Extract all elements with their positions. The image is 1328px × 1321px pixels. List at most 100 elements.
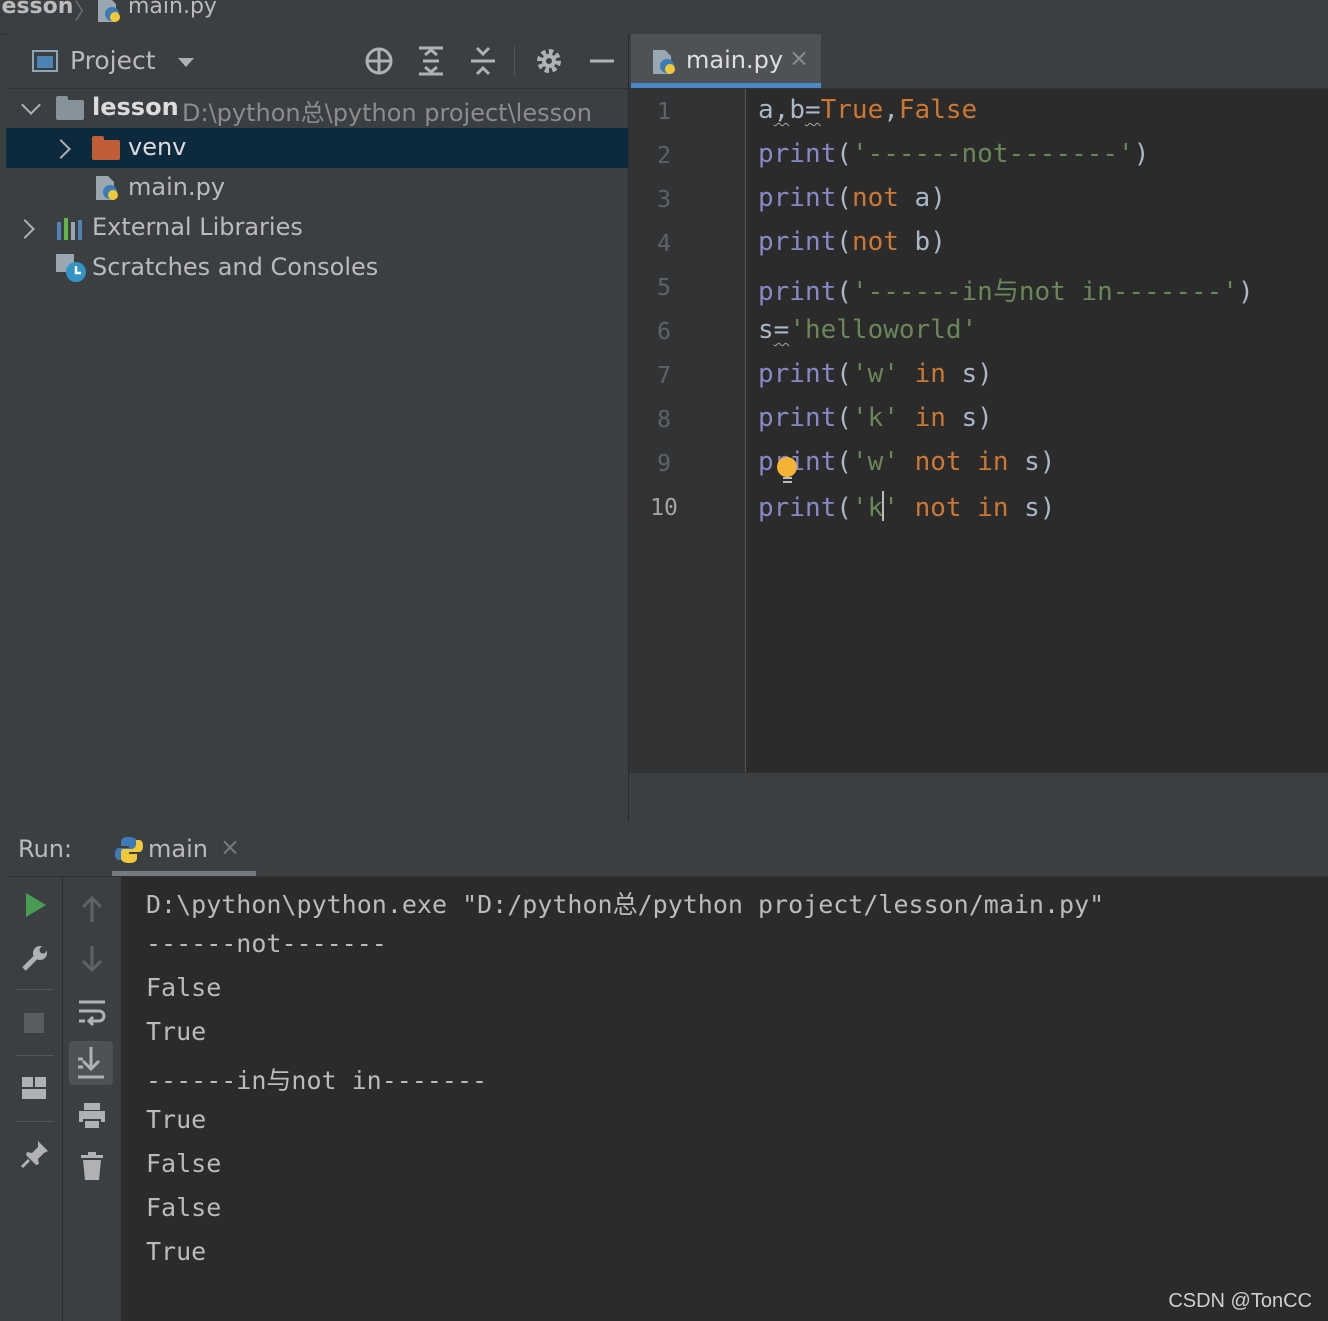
print-icon[interactable] — [77, 1101, 107, 1135]
console-line: False — [146, 1193, 222, 1222]
run-toolbar-secondary — [63, 877, 122, 1321]
code-line: a,b=True,False — [758, 95, 978, 125]
arrow-up-icon[interactable] — [79, 895, 105, 927]
folder-icon — [56, 96, 84, 120]
rerun-icon[interactable] — [22, 891, 48, 923]
line-number: 9 — [657, 451, 671, 477]
code-line: print('k' not in s) — [758, 491, 1056, 523]
watermark: CSDN @TonCC — [1168, 1290, 1312, 1312]
python-file-icon — [94, 174, 120, 208]
line-number: 5 — [657, 275, 671, 301]
chevron-right-icon[interactable] — [15, 219, 35, 239]
project-view-selector[interactable]: Project — [70, 46, 156, 75]
run-toolbar-primary — [6, 877, 63, 1321]
editor-tab-label: main.py — [686, 46, 784, 74]
close-tab-icon[interactable]: × — [220, 833, 240, 861]
code-line: print(not a) — [758, 183, 946, 213]
folder-icon — [92, 136, 120, 160]
line-number: 1 — [657, 99, 671, 125]
chevron-down-icon[interactable] — [178, 58, 194, 67]
trash-icon[interactable] — [79, 1151, 105, 1185]
tree-item-label: lesson — [92, 93, 179, 121]
line-number: 2 — [657, 143, 671, 169]
console-line: False — [146, 973, 222, 1002]
editor-tab-bar: main.py × — [629, 34, 1328, 89]
line-number: 3 — [657, 187, 671, 213]
arrow-down-icon[interactable] — [79, 945, 105, 977]
chevron-right-icon[interactable] — [51, 139, 71, 159]
code-line: print('------in与not in-------') — [758, 277, 1254, 307]
code-line: print('w' not in s) — [758, 447, 1056, 477]
toolbar-divider — [16, 1055, 54, 1056]
collapse-all-icon[interactable] — [466, 44, 500, 78]
wrench-icon[interactable] — [20, 943, 50, 977]
line-number: 8 — [657, 407, 671, 433]
stop-icon[interactable] — [22, 1011, 46, 1039]
lightbulb-icon[interactable] — [777, 457, 797, 483]
code-line: print('w' in s) — [758, 359, 993, 389]
code-line: print(not b) — [758, 227, 946, 257]
tree-item-external-libraries[interactable]: External Libraries — [6, 208, 628, 248]
line-number: 4 — [657, 231, 671, 257]
project-panel-header: Project — [6, 34, 628, 89]
tree-item-label: External Libraries — [92, 213, 303, 241]
python-file-icon — [96, 0, 122, 30]
soft-wrap-icon[interactable] — [77, 997, 107, 1031]
breadcrumb-separator: 〉 — [74, 0, 97, 25]
toolbar-divider — [514, 46, 515, 76]
console-line: True — [146, 1105, 207, 1134]
locate-icon[interactable] — [362, 44, 396, 78]
console-line: ------in与not in------- — [146, 1066, 488, 1095]
tree-item-path: D:\python总\python project\lesson — [182, 99, 592, 127]
run-panel-header: Run: main × — [6, 822, 1328, 877]
console-line: True — [146, 1017, 207, 1046]
tree-item-scratches[interactable]: Scratches and Consoles — [6, 248, 628, 288]
line-number: 10 — [629, 495, 699, 521]
active-tab-indicator — [112, 871, 256, 876]
breadcrumb-project[interactable]: lesson — [0, 0, 73, 19]
tree-item-label: venv — [128, 133, 187, 161]
text-caret — [882, 491, 885, 521]
line-number: 7 — [657, 363, 671, 389]
code-line: s='helloworld' — [758, 315, 978, 345]
library-icon — [56, 216, 86, 248]
hide-panel-icon[interactable] — [586, 44, 620, 78]
breadcrumb-file[interactable]: main.py — [128, 0, 217, 19]
console-line: D:\python\python.exe "D:/python总/python … — [146, 890, 1105, 919]
editor-panel: main.py × 1 2 3 4 5 6 7 8 9 10 a,b=True,… — [629, 34, 1328, 823]
gear-icon[interactable] — [532, 44, 566, 78]
editor-tab-main-py[interactable]: main.py × — [631, 34, 821, 88]
pin-icon[interactable] — [20, 1139, 50, 1173]
tree-item-main-py[interactable]: main.py — [6, 168, 628, 208]
code-line: print('k' in s) — [758, 403, 993, 433]
scroll-to-end-icon[interactable] — [69, 1041, 113, 1085]
scratches-icon — [54, 252, 88, 290]
active-tab-indicator — [631, 83, 821, 88]
run-tab-main[interactable]: main × — [112, 822, 256, 876]
layout-icon[interactable] — [20, 1075, 48, 1105]
project-panel: Project lesson D:\python总\python project… — [6, 34, 629, 822]
tree-item-label: main.py — [128, 173, 226, 201]
close-tab-icon[interactable]: × — [789, 44, 809, 72]
code-line: print('------not-------') — [758, 139, 1150, 169]
project-view-icon — [32, 50, 58, 72]
console-output[interactable]: D:\python\python.exe "D:/python总/python … — [122, 877, 1328, 1321]
chevron-down-icon[interactable] — [21, 95, 41, 115]
python-file-icon — [651, 48, 677, 80]
expand-all-icon[interactable] — [414, 44, 448, 78]
run-tab-label: main — [148, 835, 208, 863]
line-number: 6 — [657, 319, 671, 345]
python-icon — [114, 835, 144, 869]
console-line: True — [146, 1237, 207, 1266]
console-line: False — [146, 1149, 222, 1178]
console-line: ------not------- — [146, 929, 387, 958]
breadcrumb: lesson 〉 main.py — [0, 0, 1328, 35]
toolbar-divider — [16, 989, 54, 990]
line-number-gutter: 1 2 3 4 5 6 7 8 9 10 — [629, 89, 746, 772]
tree-item-venv[interactable]: venv — [6, 128, 628, 168]
run-panel: Run: main × D:\python\python.exe "D:/pyt… — [6, 822, 1328, 1321]
editor-footer — [629, 772, 1328, 823]
tree-item-label: Scratches and Consoles — [92, 253, 379, 281]
tree-item-lesson[interactable]: lesson D:\python总\python project\lesson — [6, 88, 628, 128]
code-editor[interactable]: a,b=True,False print('------not-------')… — [746, 89, 1328, 772]
